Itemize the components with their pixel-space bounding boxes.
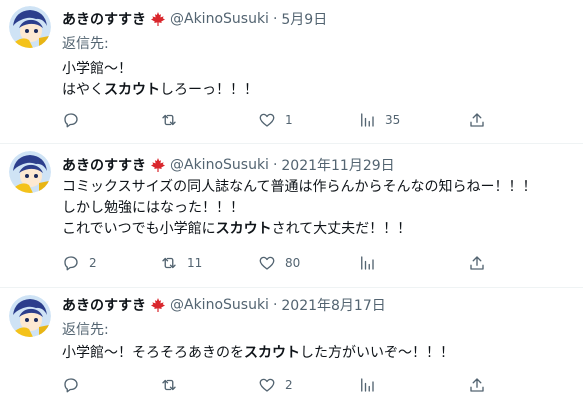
reply-button[interactable]: 2 [62, 251, 97, 275]
views-icon [361, 113, 374, 127]
avatar[interactable] [9, 151, 51, 193]
reply-count: 2 [89, 256, 97, 270]
action-bar: 2 [62, 373, 500, 397]
separator-dot: · [272, 297, 278, 313]
share-icon [470, 256, 484, 270]
maple-leaf-icon [151, 12, 165, 26]
display-name[interactable]: あきのすすき [62, 9, 146, 29]
views-button[interactable] [358, 251, 385, 275]
reply-button[interactable] [62, 108, 89, 132]
handle[interactable]: @AkinoSusuki [170, 157, 269, 173]
timestamp[interactable]: 2021年11月29日 [281, 155, 394, 175]
like-button[interactable]: 2 [258, 373, 293, 397]
separator-dot: · [272, 157, 278, 173]
tweet-line: しかし勉強にはなった！！！ [62, 200, 244, 216]
tweet-line: 小学館〜！そろそろあきのをスカウトした方がいいぞ〜！！！ [62, 345, 454, 361]
reply-button[interactable] [62, 373, 89, 397]
action-bar: 2 11 80 [62, 251, 500, 275]
timestamp[interactable]: 5月9日 [281, 9, 327, 29]
tweet-line: これでいつでも小学館にスカウトされて大丈夫だ！！！ [62, 221, 412, 237]
views-button[interactable]: 35 [358, 108, 400, 132]
tweet[interactable]: あきのすすき @AkinoSusuki · 5月9日 返信先: 小学館〜！ はや… [0, 0, 583, 144]
retweet-icon [162, 379, 176, 391]
share-icon [470, 378, 484, 392]
retweet-button[interactable] [160, 373, 187, 397]
tweet-line: はやくスカウトしろーっ！！！ [62, 82, 258, 98]
retweet-icon [162, 257, 176, 269]
retweet-count: 11 [187, 256, 203, 270]
avatar[interactable] [9, 6, 51, 48]
reply-icon [64, 256, 78, 271]
views-button[interactable] [358, 373, 385, 397]
separator-dot: · [272, 11, 278, 27]
maple-leaf-icon [151, 298, 165, 312]
share-icon [470, 113, 484, 127]
share-button[interactable] [468, 108, 486, 132]
handle[interactable]: @AkinoSusuki [170, 11, 269, 27]
heart-icon [259, 256, 275, 270]
like-count: 1 [285, 113, 293, 127]
like-button[interactable]: 1 [258, 108, 293, 132]
heart-icon [259, 378, 275, 392]
views-icon [361, 256, 374, 270]
like-button[interactable]: 80 [258, 251, 300, 275]
tweet-line: コミックスサイズの同人誌なんて普通は作らんからそんなの知らねー！！！ [62, 179, 537, 195]
retweet-button[interactable] [160, 108, 187, 132]
tweet-text: コミックスサイズの同人誌なんて普通は作らんからそんなの知らねー！！！ しかし勉強… [62, 177, 536, 240]
tweet-text: 小学館〜！そろそろあきのをスカウトした方がいいぞ〜！！！ [62, 343, 454, 364]
heart-icon [259, 113, 275, 127]
display-name[interactable]: あきのすすき [62, 155, 146, 175]
views-icon [361, 378, 374, 392]
tweet-line: 小学館〜！ [62, 61, 132, 77]
reply-to-label: 返信先: [62, 36, 109, 52]
share-button[interactable] [468, 373, 486, 397]
reply-icon [64, 378, 78, 393]
maple-leaf-icon [151, 158, 165, 172]
retweet-icon [162, 114, 176, 126]
handle[interactable]: @AkinoSusuki [170, 297, 269, 313]
timestamp[interactable]: 2021年8月17日 [281, 295, 385, 315]
views-count: 35 [385, 113, 401, 127]
reply-to-label: 返信先: [62, 322, 109, 338]
share-button[interactable] [468, 251, 486, 275]
highlight-term: スカウト [104, 82, 160, 98]
tweet-text: 小学館〜！ はやくスカウトしろーっ！！！ [62, 59, 258, 101]
like-count: 2 [285, 378, 293, 392]
avatar[interactable] [9, 295, 51, 337]
highlight-term: スカウト [244, 345, 300, 361]
highlight-term: スカウト [215, 221, 272, 237]
like-count: 80 [285, 256, 301, 270]
display-name[interactable]: あきのすすき [62, 295, 146, 315]
retweet-button[interactable]: 11 [160, 251, 202, 275]
reply-icon [64, 113, 78, 128]
action-bar: 1 35 [62, 108, 500, 132]
